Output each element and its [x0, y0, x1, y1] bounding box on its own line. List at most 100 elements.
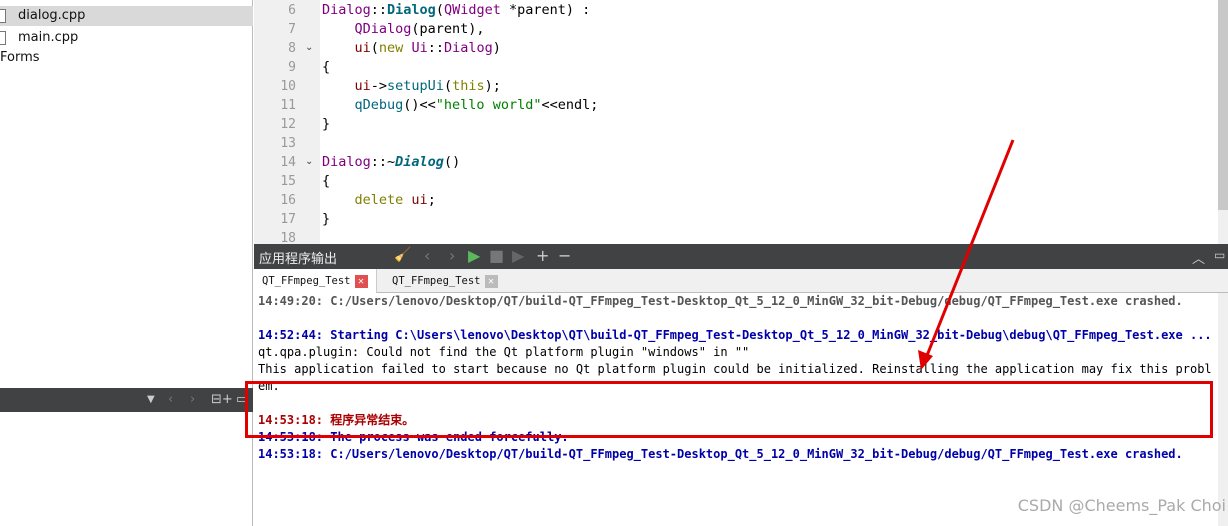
code-token: (	[443, 78, 453, 94]
line-number: 15	[280, 174, 296, 189]
stop-icon[interactable]: ■	[489, 246, 504, 265]
line-number: 11	[280, 98, 296, 113]
code-token: Dialog	[322, 2, 371, 18]
line-number: 10	[280, 79, 296, 94]
code-token: <<endl;	[541, 97, 599, 113]
code-token: new	[378, 40, 404, 56]
file-item-dialog-cpp[interactable]: dialog.cpp	[0, 6, 253, 26]
line-number: 9	[288, 60, 296, 75]
code-line: {	[322, 58, 330, 77]
output-line: 14:49:20: C:/Users/lenovo/Desktop/QT/bui…	[258, 294, 1183, 308]
file-icon	[0, 31, 6, 45]
zoom-in-icon[interactable]: +	[536, 246, 549, 265]
run-icon[interactable]: ▶	[468, 246, 480, 265]
code-line: {	[322, 172, 330, 191]
line-number: 7	[288, 22, 296, 37]
code-token: (	[435, 2, 444, 18]
debug-run-icon[interactable]: ▶	[512, 246, 524, 265]
code-token: this	[452, 78, 485, 94]
file-icon	[0, 9, 6, 23]
code-token: Ui	[411, 40, 428, 56]
code-token: QDialog	[322, 21, 412, 37]
code-token: ui	[322, 40, 371, 56]
code-line: Dialog::Dialog(QWidget *parent) :	[322, 1, 590, 20]
output-line: 14:52:44: Starting C:\Users\lenovo\Deskt…	[258, 328, 1212, 342]
previous-icon[interactable]: ‹	[424, 246, 430, 265]
zoom-out-icon[interactable]: −	[558, 246, 571, 265]
output-tabs: QT_FFmpeg_Test ✕ QT_FFmpeg_Test ✕	[254, 269, 1228, 293]
maximize-icon[interactable]: ︿	[1192, 248, 1205, 267]
close-pane-icon[interactable]: ▭	[1214, 248, 1225, 262]
line-number: 14	[280, 155, 296, 170]
fold-chevron-icon[interactable]: ⌄	[305, 42, 313, 53]
file-name: main.cpp	[18, 30, 79, 45]
code-token: ui	[411, 192, 428, 208]
code-token: {	[322, 173, 331, 189]
scrollbar-thumb[interactable]	[1218, 0, 1228, 210]
output-line: qt.qpa.plugin: Could not find the Qt pla…	[258, 345, 750, 359]
tab-qt-ffmpeg-test-1[interactable]: QT_FFmpeg_Test ✕	[254, 269, 377, 293]
code-token: Dialog	[322, 154, 371, 170]
code-token: }	[322, 211, 331, 227]
code-token: ui	[322, 78, 371, 94]
code-token: qDebug	[322, 97, 404, 113]
code-line: delete ui;	[322, 191, 436, 210]
next-icon[interactable]: ›	[449, 246, 455, 265]
back-icon[interactable]: ‹	[168, 392, 173, 407]
line-number: 12	[280, 117, 296, 132]
output-line: 14:53:18: C:/Users/lenovo/Desktop/QT/bui…	[258, 447, 1183, 461]
code-token: ()	[443, 154, 461, 170]
line-number-gutter: 6 7 8 ⌄ 9 10 11 12 13 14 ⌄ 15 16 17 18	[254, 0, 320, 246]
close-icon[interactable]: ✕	[354, 274, 368, 288]
project-tree: dialog.cpp main.cpp Forms	[0, 0, 253, 526]
line-number: 13	[280, 136, 296, 151]
code-token: ::~	[370, 154, 396, 170]
code-token: Dialog	[443, 40, 493, 56]
code-token: ::	[370, 2, 388, 18]
annotation-highlight-box	[245, 381, 1213, 438]
forward-icon[interactable]: ›	[190, 392, 195, 407]
code-token: {	[322, 59, 331, 75]
watermark: CSDN @Cheems_Pak Choi	[1017, 496, 1226, 515]
line-number: 8	[288, 41, 296, 56]
code-token: );	[484, 78, 501, 94]
output-toolbar: 应用程序输出 🧹 ‹ › ▶ ■ ▶ + − ︿ ▭	[254, 244, 1228, 269]
output-scrollbar[interactable]	[1218, 293, 1228, 526]
code-token: ()<<	[403, 97, 436, 113]
close-icon[interactable]: ✕	[484, 274, 498, 288]
line-number: 17	[280, 212, 296, 227]
output-pane-title: 应用程序输出	[259, 252, 338, 267]
code-token: ;	[427, 192, 436, 208]
code-token: )	[492, 40, 501, 56]
code-token: setupUi	[387, 78, 444, 94]
fold-chevron-icon[interactable]: ⌄	[305, 156, 313, 167]
left-pane-toolbar: ▼ ‹ › ⊟+ ▭	[0, 388, 253, 412]
code-token: *parent) :	[500, 2, 591, 18]
code-token: Dialog	[387, 2, 436, 18]
code-line: Dialog::~Dialog()	[322, 153, 460, 172]
code-token: (	[370, 40, 379, 56]
folder-forms[interactable]: Forms	[0, 50, 40, 65]
code-line: ui->setupUi(this);	[322, 77, 501, 96]
code-editor[interactable]: 6 7 8 ⌄ 9 10 11 12 13 14 ⌄ 15 16 17 18 Dialog::Dialog(…	[254, 0, 1218, 246]
code-token: Dialog	[395, 154, 444, 170]
line-number: 16	[280, 193, 296, 208]
file-item-main-cpp[interactable]: main.cpp	[0, 28, 253, 48]
code-token: delete	[322, 192, 404, 208]
line-number: 6	[288, 3, 296, 18]
code-token: QWidget	[443, 2, 501, 18]
code-line: }	[322, 115, 330, 134]
code-line: ui(new Ui::Dialog)	[322, 39, 501, 58]
tab-label: QT_FFmpeg_Test	[262, 275, 351, 287]
editor-scrollbar[interactable]	[1218, 0, 1228, 244]
code-line: qDebug()<<"hello world"<<endl;	[322, 96, 599, 115]
code-token: "hello world"	[435, 97, 542, 113]
clear-output-icon[interactable]: 🧹	[394, 247, 411, 263]
tab-label: QT_FFmpeg_Test	[392, 275, 481, 287]
file-name: dialog.cpp	[18, 8, 86, 23]
split-icon[interactable]: ⊟+	[211, 392, 233, 407]
code-token: }	[322, 116, 331, 132]
tab-qt-ffmpeg-test-2[interactable]: QT_FFmpeg_Test ✕	[384, 269, 506, 293]
dropdown-icon[interactable]: ▼	[147, 394, 155, 405]
